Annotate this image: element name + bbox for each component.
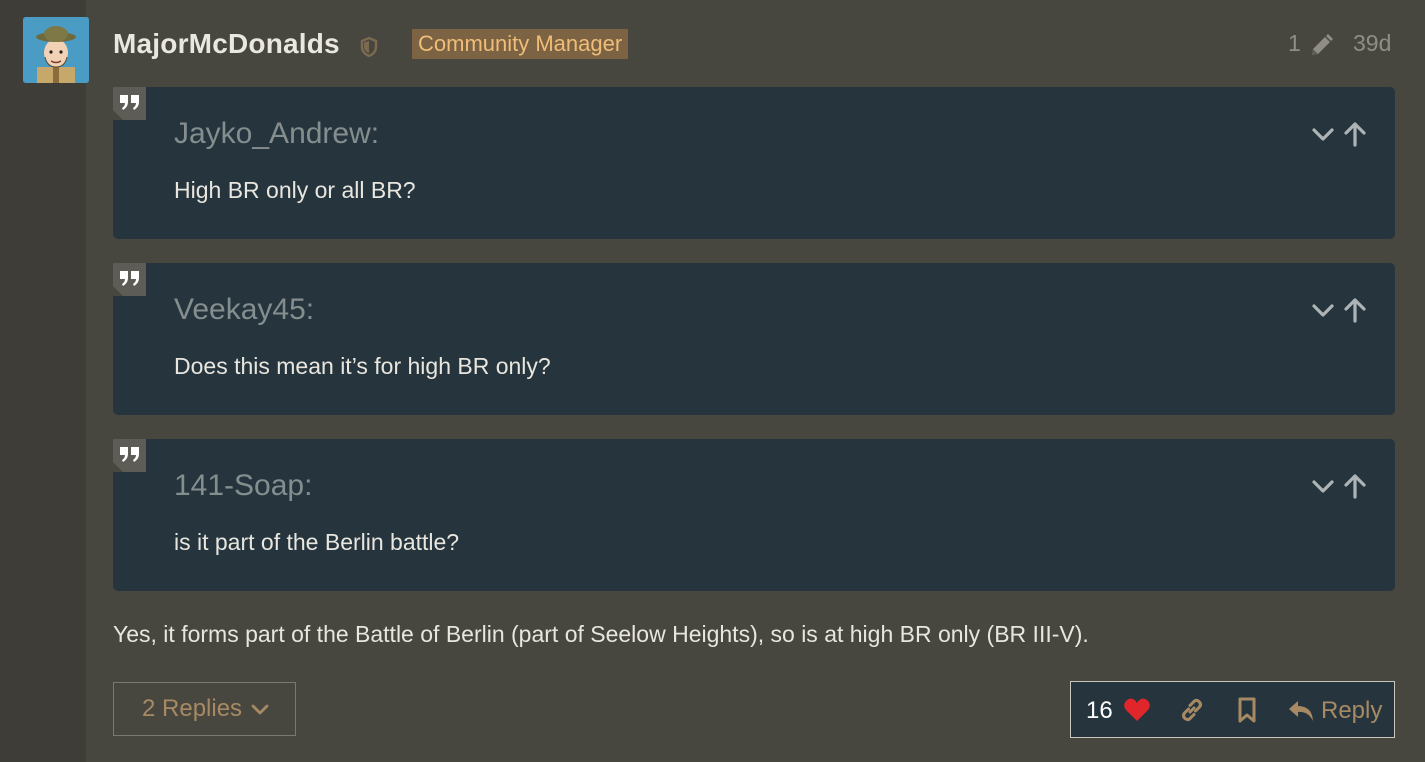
avatar[interactable] bbox=[23, 17, 89, 83]
user-title-badge: Community Manager bbox=[412, 29, 629, 59]
link-icon[interactable] bbox=[1178, 696, 1206, 729]
chevron-down-icon bbox=[251, 704, 269, 715]
bookmark-icon[interactable] bbox=[1236, 696, 1258, 729]
post-body: Yes, it forms part of the Battle of Berl… bbox=[113, 621, 1089, 647]
quote-author: Veekay45: bbox=[174, 293, 315, 326]
pencil-icon[interactable] bbox=[1304, 31, 1334, 59]
quote-icon bbox=[113, 263, 146, 296]
quote-text: is it part of the Berlin battle? bbox=[174, 529, 460, 555]
username[interactable]: MajorMcDonalds bbox=[113, 28, 340, 60]
reply-button[interactable]: Reply bbox=[1321, 697, 1382, 725]
quote-icon bbox=[113, 87, 146, 120]
quote-block: Jayko_Andrew: High BR only or all BR? bbox=[113, 87, 1395, 239]
quote-block: 141-Soap: is it part of the Berlin battl… bbox=[113, 439, 1395, 591]
quote-author: Jayko_Andrew: bbox=[174, 117, 380, 150]
quote-author: 141-Soap: bbox=[174, 469, 313, 502]
quote-text: Does this mean it’s for high BR only? bbox=[174, 353, 551, 379]
like-count[interactable]: 16 bbox=[1086, 697, 1113, 725]
arrow-up-icon[interactable] bbox=[1342, 120, 1368, 148]
edit-count[interactable]: 1 bbox=[1288, 30, 1301, 57]
chevron-down-icon[interactable] bbox=[1310, 121, 1336, 147]
replies-label: 2 Replies bbox=[142, 695, 243, 722]
quote-icon bbox=[113, 439, 146, 472]
arrow-up-icon[interactable] bbox=[1342, 472, 1368, 500]
left-gutter bbox=[0, 0, 86, 762]
post-date[interactable]: 39d bbox=[1353, 30, 1391, 57]
heart-icon[interactable] bbox=[1123, 697, 1151, 728]
post-actions: 16 Reply bbox=[1070, 681, 1395, 738]
chevron-down-icon[interactable] bbox=[1310, 473, 1336, 499]
show-replies-button[interactable]: 2 Replies bbox=[113, 682, 296, 736]
chevron-down-icon[interactable] bbox=[1310, 297, 1336, 323]
reply-icon[interactable] bbox=[1287, 698, 1315, 729]
quote-text: High BR only or all BR? bbox=[174, 177, 416, 203]
arrow-up-icon[interactable] bbox=[1342, 296, 1368, 324]
quote-block: Veekay45: Does this mean it’s for high B… bbox=[113, 263, 1395, 415]
shield-icon bbox=[359, 36, 379, 58]
